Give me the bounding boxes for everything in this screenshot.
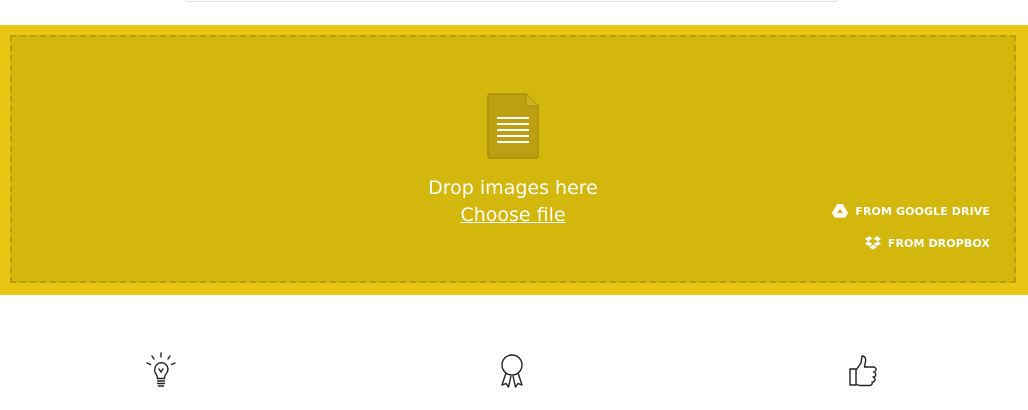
search-input-bottom-edge[interactable] (185, 0, 838, 2)
feature-icons-row (0, 350, 1028, 395)
lightbulb-icon (146, 352, 176, 387)
dropbox-icon (864, 236, 881, 250)
drop-zone[interactable]: Drop images here Choose file FROM GOOGLE… (10, 35, 1016, 283)
drop-images-title: Drop images here (428, 177, 598, 199)
upload-area: Drop images here Choose file FROM GOOGLE… (0, 25, 1028, 295)
google-drive-icon (832, 204, 849, 218)
dropbox-label: FROM DROPBOX (887, 237, 990, 250)
google-drive-label: FROM GOOGLE DRIVE (855, 204, 990, 218)
award-ribbon-icon (501, 354, 523, 388)
google-drive-button[interactable]: FROM GOOGLE DRIVE (832, 204, 990, 218)
thumbs-up-icon (849, 355, 877, 387)
document-icon (487, 93, 539, 159)
choose-file-label[interactable]: Choose file (460, 204, 565, 226)
dropbox-button[interactable]: FROM DROPBOX (864, 236, 990, 251)
